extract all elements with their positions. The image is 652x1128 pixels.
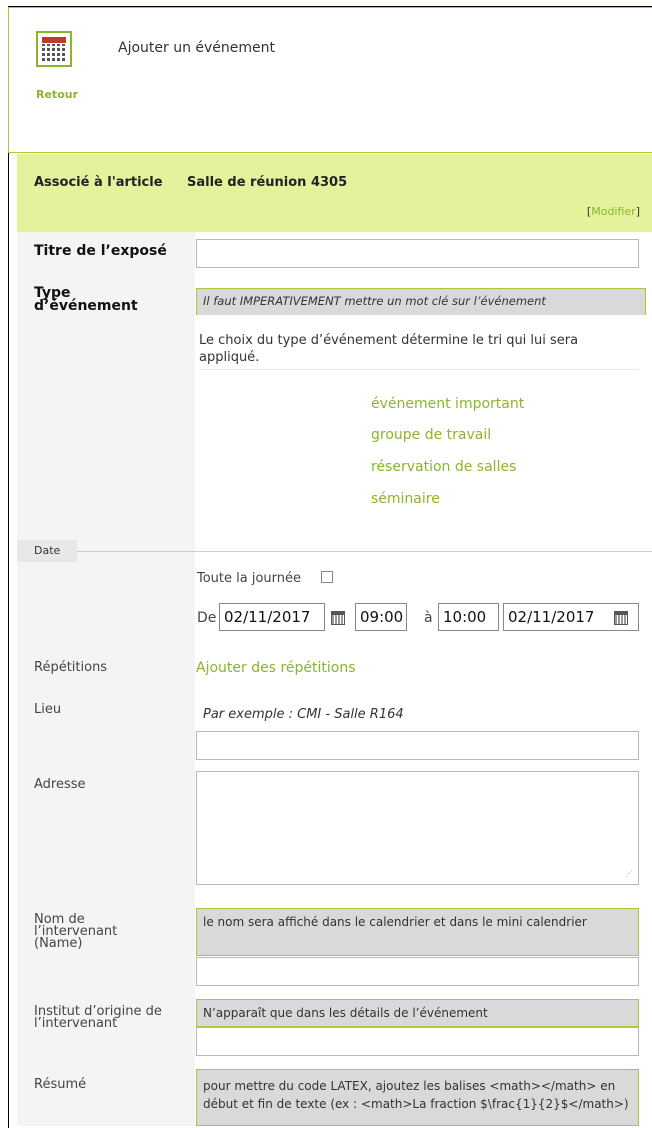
start-date-calendar-icon[interactable] bbox=[331, 611, 345, 625]
place-example: Par exemple : CMI - Salle R164 bbox=[203, 707, 404, 722]
start-time-input[interactable]: 09:00 bbox=[355, 603, 407, 631]
end-time-input[interactable]: 10:00 bbox=[438, 603, 499, 631]
speaker-hint: le nom sera affiché dans le calendrier e… bbox=[196, 908, 639, 956]
back-button[interactable]: Retour bbox=[36, 88, 78, 101]
modify-link[interactable]: Modifier bbox=[591, 205, 635, 218]
place-label: Lieu bbox=[34, 702, 62, 717]
type-hint: Il faut IMPERATIVEMENT mettre un mot clé… bbox=[196, 288, 646, 315]
abstract-label: Résumé bbox=[34, 1077, 87, 1092]
institute-hint: N’apparaît que dans les détails de l’évé… bbox=[196, 999, 639, 1027]
start-date-input[interactable]: 02/11/2017 bbox=[219, 603, 325, 631]
title-label: Titre de l’exposé bbox=[34, 243, 167, 259]
resize-handle-icon[interactable]: ⋰ bbox=[625, 870, 633, 878]
speaker-label: Nom de l’intervenant (Name) bbox=[34, 912, 118, 951]
association-value: Salle de réunion 4305 bbox=[187, 175, 348, 190]
modify-wrapper: [Modifier] bbox=[586, 205, 640, 218]
speaker-input[interactable] bbox=[196, 957, 639, 986]
association-label: Associé à l'article bbox=[34, 175, 163, 190]
keyword-working-group[interactable]: groupe de travail bbox=[371, 427, 491, 443]
all-day-label: Toute la journée bbox=[197, 571, 302, 586]
end-date-calendar-icon[interactable] bbox=[614, 611, 628, 625]
label-column bbox=[17, 232, 195, 1126]
address-textarea[interactable] bbox=[196, 771, 639, 885]
type-label: Type d’événement bbox=[34, 285, 138, 314]
all-day-checkbox[interactable] bbox=[321, 571, 333, 583]
keyword-seminar[interactable]: séminaire bbox=[371, 491, 440, 507]
place-input[interactable] bbox=[196, 731, 639, 760]
repetitions-label: Répétitions bbox=[34, 660, 108, 675]
calendar-icon[interactable] bbox=[36, 31, 72, 67]
title-input[interactable] bbox=[196, 239, 639, 268]
page-title: Ajouter un événement bbox=[118, 40, 276, 56]
institute-label: Institut d’origine de l’intervenant bbox=[34, 1004, 162, 1031]
from-label: De bbox=[197, 610, 217, 626]
abstract-hint: pour mettre du code LATEX, ajoutez les b… bbox=[196, 1069, 639, 1126]
association-panel: Associé à l'article Salle de réunion 430… bbox=[17, 154, 652, 232]
keyword-room-booking[interactable]: réservation de salles bbox=[371, 459, 516, 475]
to-label: à bbox=[424, 610, 433, 626]
add-repetitions-link[interactable]: Ajouter des répétitions bbox=[196, 660, 356, 676]
address-label: Adresse bbox=[34, 777, 86, 792]
page-header bbox=[8, 7, 652, 153]
date-section-header: Date bbox=[17, 540, 652, 562]
institute-input[interactable] bbox=[196, 1027, 639, 1056]
type-description: Le choix du type d’événement détermine l… bbox=[199, 332, 639, 370]
keyword-important-event[interactable]: événement important bbox=[371, 396, 524, 412]
